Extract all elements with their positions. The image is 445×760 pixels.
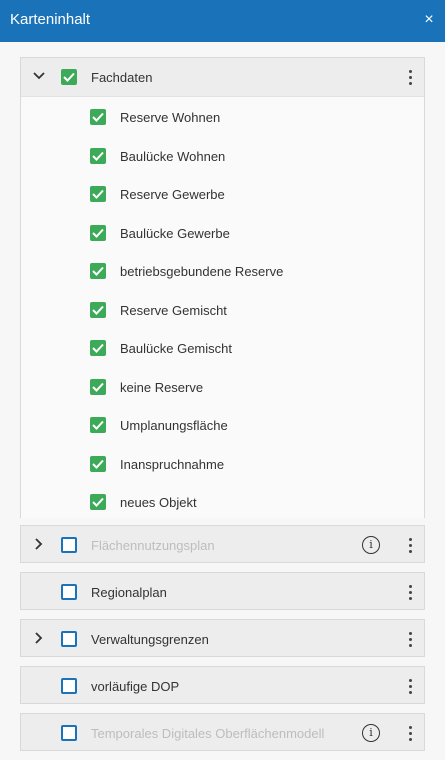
layer-item: Reserve Wohnen <box>21 97 424 136</box>
layer-group-vorlaeufige-dop: vorläufige DOP <box>20 666 425 704</box>
layer-group-header: Fachdaten <box>21 58 424 96</box>
layer-label[interactable]: Fachdaten <box>91 70 152 85</box>
kebab-menu-icon[interactable] <box>404 583 416 601</box>
layer-label[interactable]: Baulücke Gewerbe <box>120 226 230 241</box>
layer-item: Reserve Gewerbe <box>21 174 424 213</box>
layer-group-flaechennutzungsplan: Flächennutzungsplan i <box>20 525 425 563</box>
layer-label[interactable]: Flächennutzungsplan <box>91 538 215 553</box>
layer-group-header: Flächennutzungsplan i <box>21 526 424 564</box>
layer-label[interactable]: Umplanungsfläche <box>120 418 228 433</box>
layer-item: Baulücke Gemischt <box>21 328 424 367</box>
layer-group-header: Verwaltungsgrenzen <box>21 620 424 658</box>
layer-checkbox[interactable] <box>61 69 77 85</box>
kebab-menu-icon[interactable] <box>404 630 416 648</box>
layer-group-header: Temporales Digitales Oberflächenmodell i <box>21 714 424 752</box>
layer-group-header: vorläufige DOP <box>21 667 424 705</box>
layer-label[interactable]: Baulücke Wohnen <box>120 149 225 164</box>
layer-label[interactable]: Reserve Gewerbe <box>120 187 225 202</box>
layer-checkbox[interactable] <box>61 537 77 553</box>
layer-item: Umplanungsfläche <box>21 405 424 444</box>
layer-checkbox[interactable] <box>90 378 106 395</box>
layer-checkbox[interactable] <box>90 263 106 279</box>
layer-checkbox[interactable] <box>90 109 106 125</box>
layer-checkbox[interactable] <box>61 631 77 647</box>
layer-checkbox[interactable] <box>90 186 106 202</box>
panel-title: Karteninhalt <box>10 11 91 28</box>
layer-label[interactable]: Inanspruchnahme <box>120 457 224 472</box>
chevron-right-icon[interactable] <box>32 631 46 645</box>
layer-label[interactable]: Verwaltungsgrenzen <box>91 632 209 647</box>
layer-label[interactable]: neues Objekt <box>120 495 197 510</box>
layer-label[interactable]: vorläufige DOP <box>91 679 179 694</box>
kebab-menu-icon[interactable] <box>404 68 416 86</box>
layer-item: Baulücke Wohnen <box>21 136 424 175</box>
layer-children: Reserve Wohnen Baulücke Wohnen Reserve G… <box>21 96 424 518</box>
layer-group-fachdaten: Fachdaten Reserve Wohnen Baulücke Wohnen… <box>20 57 425 518</box>
layer-checkbox[interactable] <box>61 678 77 694</box>
layer-label[interactable]: Baulücke Gemischt <box>120 341 232 356</box>
chevron-down-icon[interactable] <box>32 69 46 83</box>
layer-item: Reserve Gemischt <box>21 290 424 329</box>
layer-label[interactable]: Reserve Gemischt <box>120 303 227 318</box>
layer-item: keine Reserve <box>21 367 424 406</box>
layer-label[interactable]: Regionalplan <box>91 585 167 600</box>
layer-item: neues Objekt <box>21 482 424 521</box>
layer-item: Baulücke Gewerbe <box>21 213 424 252</box>
layer-group-temporales-dom: Temporales Digitales Oberflächenmodell i <box>20 713 425 751</box>
close-icon[interactable]: × <box>419 10 439 30</box>
layer-checkbox[interactable] <box>90 417 106 433</box>
layer-checkbox[interactable] <box>90 147 106 164</box>
chevron-right-icon[interactable] <box>32 537 46 551</box>
layer-item: Inanspruchnahme <box>21 444 424 483</box>
layer-group-header: Regionalplan <box>21 573 424 611</box>
layer-item: betriebsgebundene Reserve <box>21 251 424 290</box>
layer-checkbox[interactable] <box>61 584 77 600</box>
layer-label[interactable]: Temporales Digitales Oberflächenmodell <box>91 726 324 741</box>
layer-tree-panel: Fachdaten Reserve Wohnen Baulücke Wohnen… <box>0 42 445 760</box>
layer-checkbox[interactable] <box>90 494 106 510</box>
info-icon[interactable]: i <box>362 724 380 742</box>
info-icon[interactable]: i <box>362 536 380 554</box>
layer-checkbox[interactable] <box>90 224 106 241</box>
layer-checkbox[interactable] <box>61 725 77 741</box>
layer-checkbox[interactable] <box>90 455 106 472</box>
layer-label[interactable]: betriebsgebundene Reserve <box>120 264 283 279</box>
layer-group-verwaltungsgrenzen: Verwaltungsgrenzen <box>20 619 425 657</box>
layer-group-regionalplan: Regionalplan <box>20 572 425 610</box>
kebab-menu-icon[interactable] <box>404 677 416 695</box>
layer-label[interactable]: keine Reserve <box>120 380 203 395</box>
panel-titlebar: Karteninhalt × <box>0 0 445 42</box>
layer-checkbox[interactable] <box>90 340 106 356</box>
layer-label[interactable]: Reserve Wohnen <box>120 110 220 125</box>
layer-checkbox[interactable] <box>90 301 106 318</box>
kebab-menu-icon[interactable] <box>404 724 416 742</box>
kebab-menu-icon[interactable] <box>404 536 416 554</box>
